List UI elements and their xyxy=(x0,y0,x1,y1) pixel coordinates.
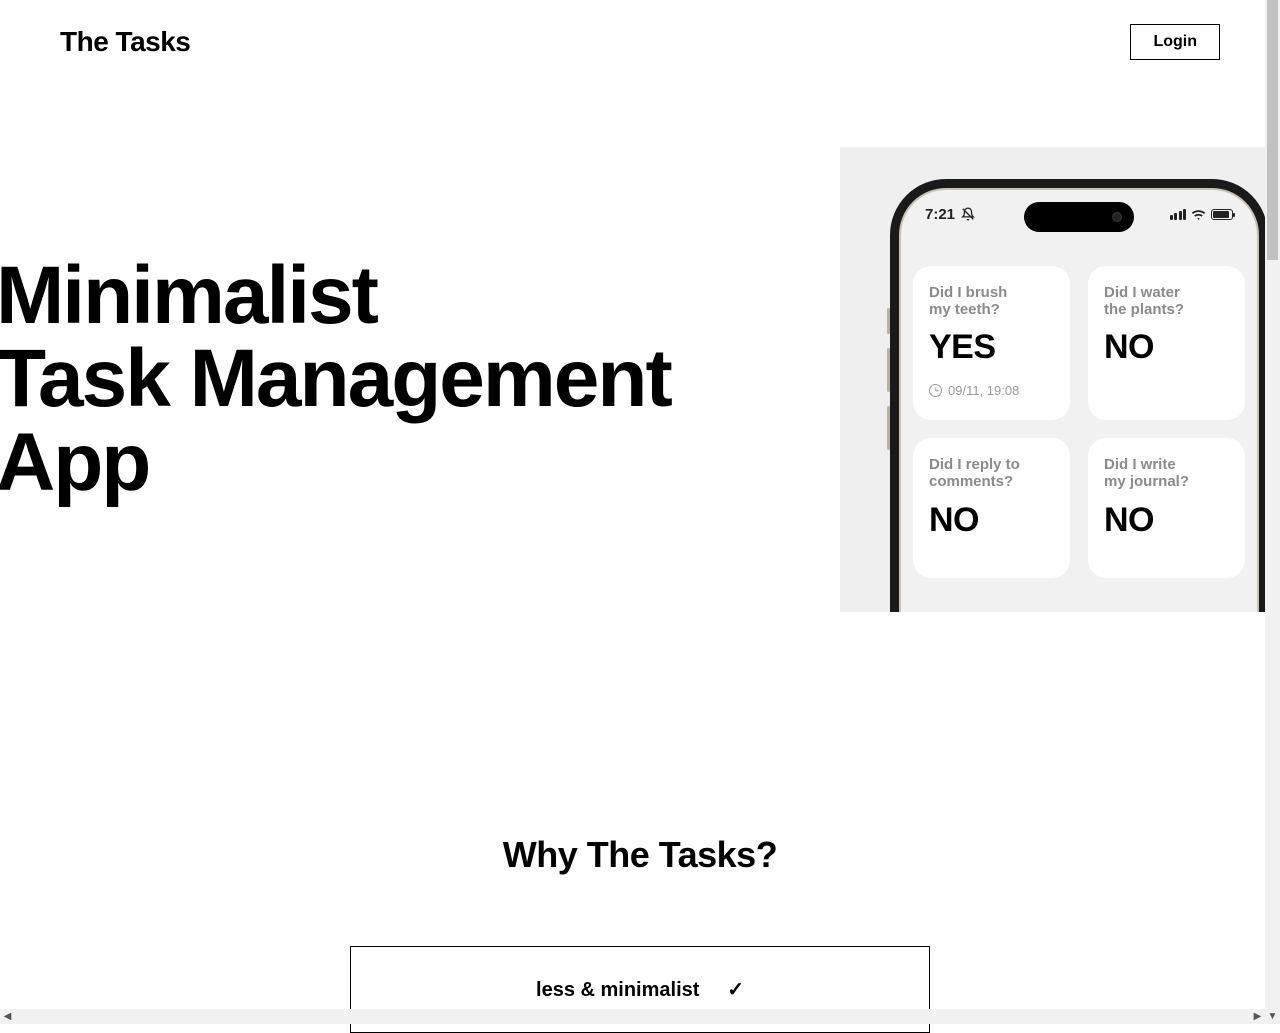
bell-off-icon xyxy=(961,207,975,221)
why-heading: Why The Tasks? xyxy=(0,834,1280,876)
login-button[interactable]: Login xyxy=(1130,24,1220,60)
card-answer: NO xyxy=(1104,501,1229,540)
hero-title: Minimalist Task Management App xyxy=(0,254,840,505)
scroll-right-arrow-icon[interactable]: ▶ xyxy=(1250,1009,1265,1024)
clock-icon xyxy=(929,384,942,397)
hero-title-line2: Task Management xyxy=(0,333,671,424)
hero-title-line1: Minimalist xyxy=(0,250,377,341)
phone-side-buttons xyxy=(887,308,890,464)
card-answer: YES xyxy=(929,328,1054,367)
vertical-scroll-thumb[interactable] xyxy=(1267,0,1278,260)
card-answer: NO xyxy=(1104,328,1229,367)
task-card: Did I reply to comments? NO xyxy=(913,438,1070,578)
card-timestamp: 09/11, 19:08 xyxy=(948,383,1019,398)
phone-mockup: 7:21 xyxy=(890,179,1268,612)
phone-notch xyxy=(1024,202,1134,232)
hero-phone-panel: 7:21 xyxy=(840,147,1280,612)
card-question-line1: Did I water xyxy=(1104,284,1180,301)
task-card: Did I water the plants? NO xyxy=(1088,266,1245,421)
phone-time: 7:21 xyxy=(925,206,955,223)
vertical-scrollbar[interactable]: ▲ ▼ xyxy=(1265,0,1280,1024)
hero-title-line3: App xyxy=(0,417,149,508)
card-question-line1: Did I brush xyxy=(929,284,1007,301)
scroll-down-arrow-icon[interactable]: ▼ xyxy=(1265,1009,1280,1024)
feature-box-text: less & minimalist ✓ xyxy=(536,979,744,1001)
signal-icon xyxy=(1170,209,1187,220)
scroll-left-arrow-icon[interactable]: ◀ xyxy=(0,1009,15,1024)
card-question-line2: comments? xyxy=(929,473,1013,490)
card-question-line1: Did I write xyxy=(1104,456,1176,473)
horizontal-scrollbar[interactable]: ◀ ▶ xyxy=(0,1009,1265,1024)
card-question-line2: the plants? xyxy=(1104,301,1184,318)
card-question-line2: my journal? xyxy=(1104,473,1189,490)
wifi-icon xyxy=(1191,209,1206,220)
card-question-line1: Did I reply to xyxy=(929,456,1020,473)
card-question-line2: my teeth? xyxy=(929,301,1000,318)
card-answer: NO xyxy=(929,501,1054,540)
task-card: Did I brush my teeth? YES 09/11, 19:08 xyxy=(913,266,1070,421)
logo[interactable]: The Tasks xyxy=(60,26,190,58)
task-card: Did I write my journal? NO xyxy=(1088,438,1245,578)
battery-icon xyxy=(1211,209,1233,220)
